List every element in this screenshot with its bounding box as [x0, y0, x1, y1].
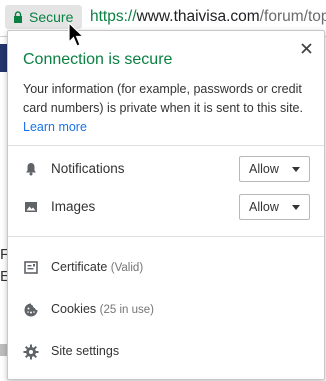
- cursor-icon: [68, 22, 85, 47]
- bubble-title: Connection is secure: [23, 51, 173, 68]
- cookies-link[interactable]: Cookies (25 in use): [8, 298, 324, 322]
- url-scheme: https://: [90, 8, 137, 25]
- cookie-icon: [24, 303, 38, 317]
- chevron-down-icon: [292, 167, 300, 172]
- divider: [8, 145, 324, 146]
- site-settings-link[interactable]: Site settings: [8, 340, 324, 364]
- close-icon: [300, 42, 312, 54]
- permission-row-images: Images Allow: [8, 192, 324, 222]
- close-button[interactable]: [298, 40, 314, 56]
- notifications-select[interactable]: Allow: [239, 156, 310, 182]
- connection-description: Your information (for example, passwords…: [23, 82, 303, 115]
- certificate-label: Certificate (Valid): [51, 260, 143, 274]
- cookies-label: Cookies (25 in use): [51, 302, 154, 316]
- notifications-value: Allow: [249, 162, 279, 176]
- gear-icon: [23, 344, 39, 360]
- certificate-link[interactable]: Certificate (Valid): [8, 256, 324, 280]
- background-element: [0, 344, 7, 356]
- divider: [8, 236, 324, 237]
- learn-more-link[interactable]: Learn more: [23, 120, 87, 134]
- background-header-bar: [0, 44, 7, 72]
- secure-label: Secure: [29, 9, 74, 25]
- certificate-icon: [24, 261, 38, 274]
- certificate-text: Certificate: [51, 260, 108, 274]
- url-path: /forum/topic: [259, 8, 326, 25]
- image-icon: [25, 202, 37, 212]
- notifications-label: Notifications: [51, 161, 125, 176]
- site-settings-text: Site settings: [51, 344, 120, 358]
- images-label: Images: [51, 199, 96, 214]
- certificate-status: (Valid): [110, 262, 144, 274]
- site-settings-label: Site settings: [51, 344, 119, 358]
- site-info-bubble: Connection is secure Your information (f…: [7, 30, 325, 380]
- lock-icon: [14, 11, 22, 23]
- url-host: www.thaivisa.com: [136, 8, 260, 25]
- images-value: Allow: [249, 200, 279, 214]
- chevron-down-icon: [292, 205, 300, 210]
- cookies-count: (25 in use): [99, 304, 154, 316]
- url-field[interactable]: https://www.thaivisa.com/forum/topic: [90, 8, 326, 26]
- images-select[interactable]: Allow: [239, 194, 310, 220]
- cookies-text: Cookies: [51, 302, 97, 316]
- bell-icon: [26, 163, 36, 176]
- permission-row-notifications: Notifications Allow: [8, 154, 324, 184]
